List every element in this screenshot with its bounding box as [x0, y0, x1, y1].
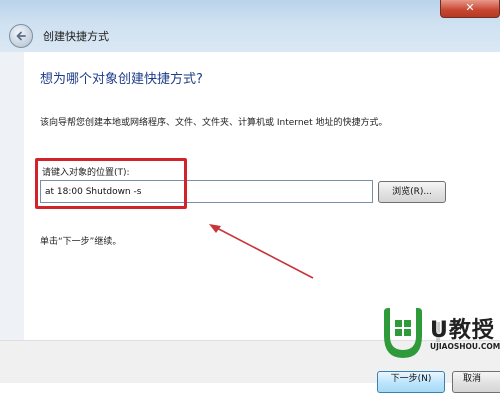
close-button[interactable]: ✕ — [440, 0, 500, 18]
close-icon: ✕ — [465, 1, 475, 14]
window-titlebar: ✕ 创建快捷方式 — [0, 0, 500, 52]
continue-instruction: 单击“下一步”继续。 — [40, 237, 122, 247]
watermark: U教授 UJIAOSHOU.COM — [380, 306, 500, 366]
watermark-url: UJIAOSHOU.COM — [430, 342, 500, 351]
windows-logo-icon — [384, 308, 422, 358]
back-arrow-icon — [16, 31, 26, 41]
page-description: 该向导帮您创建本地或网络程序、文件、文件夹、计算机或 Internet 地址的快… — [40, 118, 388, 128]
browse-button[interactable]: 浏览(R)... — [378, 181, 446, 203]
back-button[interactable] — [9, 24, 33, 48]
left-margin — [0, 52, 24, 382]
cancel-button[interactable]: 取消 — [452, 371, 500, 393]
window-title: 创建快捷方式 — [43, 30, 109, 43]
highlight-annotation-box — [35, 158, 187, 209]
next-button[interactable]: 下一步(N) — [377, 371, 445, 393]
page-heading: 想为哪个对象创建快捷方式? — [40, 72, 203, 87]
annotation-arrow — [209, 224, 314, 279]
watermark-brand: U教授 — [430, 318, 495, 343]
